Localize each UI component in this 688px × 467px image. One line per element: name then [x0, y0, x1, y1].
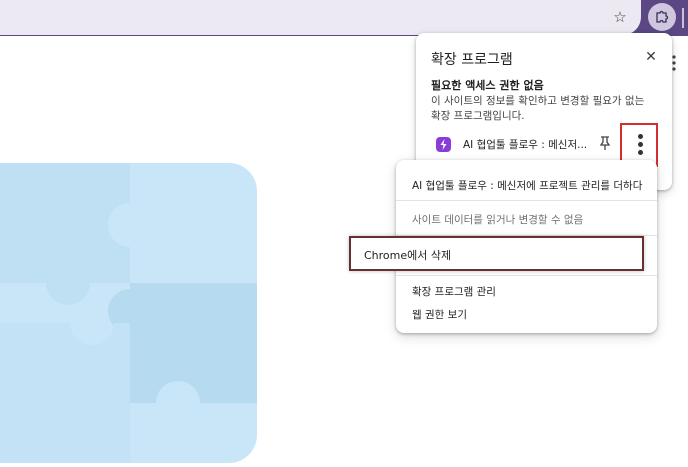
pin-icon[interactable]: [598, 135, 612, 151]
no-access-description: 이 사이트의 정보를 확인하고 변경할 필요가 없는 확장 프로그램입니다.: [431, 95, 645, 122]
address-bar[interactable]: [0, 0, 641, 35]
menu-divider: [396, 200, 657, 201]
close-icon[interactable]: ✕: [642, 48, 660, 66]
extension-logo-icon: [436, 137, 451, 152]
extensions-button[interactable]: [648, 3, 676, 31]
menu-divider: [396, 275, 657, 276]
menu-manage-extensions[interactable]: 확장 프로그램 관리: [412, 284, 496, 299]
browser-toolbar: ☆: [0, 0, 688, 36]
panel-title: 확장 프로그램: [431, 52, 513, 68]
extension-name[interactable]: AI 협업툴 플로우 : 메신저...: [463, 137, 588, 152]
puzzle-icon: [656, 10, 669, 23]
toolbar-separator: [682, 8, 684, 28]
puzzle-illustration: [0, 163, 257, 463]
menu-site-data: 사이트 데이터를 읽거나 변경할 수 없음: [412, 214, 584, 226]
no-access-heading: 필요한 액세스 권한 없음: [431, 79, 544, 92]
star-icon[interactable]: ☆: [610, 7, 630, 27]
remove-from-chrome-item[interactable]: Chrome에서 삭제: [349, 236, 644, 271]
menu-extension-title[interactable]: AI 협업툴 플로우 : 메신저에 프로젝트 관리를 더하다: [412, 178, 642, 193]
remove-from-chrome-label: Chrome에서 삭제: [364, 249, 452, 262]
menu-view-web-permissions[interactable]: 웹 권한 보기: [412, 307, 467, 322]
